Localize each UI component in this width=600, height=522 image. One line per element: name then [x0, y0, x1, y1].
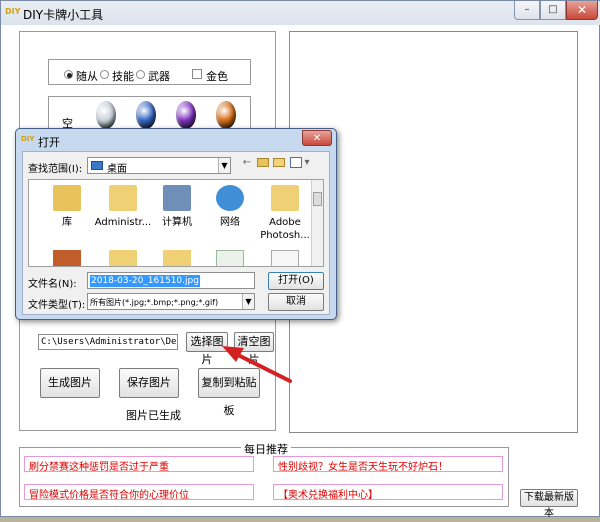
filetype-label: 文件类型(T): [28, 300, 86, 311]
chevron-down-icon: ▼ [218, 158, 230, 173]
back-icon[interactable]: ← [241, 157, 253, 169]
file-list-scrollbar[interactable] [311, 180, 323, 266]
dialog-body: 查找范围(I): 桌面 ▼ ← ▾ 库 Administr... 计算机 网络 … [22, 151, 330, 315]
filename-input[interactable]: 2018-03-20_161510.jpg [87, 272, 255, 289]
image-file-icon[interactable] [216, 250, 244, 266]
folder-icon[interactable] [109, 250, 137, 266]
dialog-close-button[interactable]: ✕ [302, 130, 332, 146]
user-folder-icon[interactable] [109, 185, 137, 211]
computer-icon[interactable] [163, 185, 191, 211]
file-item-label[interactable]: 库 [35, 216, 99, 229]
library-icon[interactable] [53, 185, 81, 211]
filetype-dropdown[interactable]: 所有图片(*.jpg;*.bmp;*.png;*.gif) ▼ [87, 293, 255, 310]
folder-icon[interactable] [53, 250, 81, 266]
view-dropdown-arrow-icon[interactable]: ▾ [303, 157, 311, 169]
desktop-icon [91, 161, 103, 170]
filetype-value: 所有图片(*.jpg;*.bmp;*.png;*.gif) [90, 298, 219, 307]
lookin-label: 查找范围(I): [28, 164, 83, 175]
scrollbar-thumb[interactable] [313, 192, 322, 206]
open-file-dialog: DIY 打开 ✕ 查找范围(I): 桌面 ▼ ← ▾ 库 Administr..… [15, 128, 337, 320]
file-item-label[interactable]: Adobe Photosh... [253, 216, 317, 242]
lookin-dropdown[interactable]: 桌面 ▼ [87, 157, 231, 175]
file-list: 库 Administr... 计算机 网络 Adobe Photosh... [28, 179, 324, 267]
dialog-title: 打开 [38, 136, 60, 149]
arrow-shaft [232, 351, 292, 383]
cancel-button[interactable]: 取消 [268, 293, 324, 311]
filename-value: 2018-03-20_161510.jpg [90, 275, 200, 287]
photoshop-icon[interactable] [271, 185, 299, 211]
dialog-logo: DIY [21, 135, 35, 143]
open-button[interactable]: 打开(O) [268, 272, 324, 290]
arrow-head-icon [222, 346, 244, 362]
new-folder-icon[interactable] [273, 158, 285, 167]
lookin-value: 桌面 [107, 164, 127, 175]
up-folder-icon[interactable] [257, 158, 269, 167]
view-menu-icon[interactable] [290, 157, 302, 168]
network-icon[interactable] [216, 185, 244, 211]
folder-icon[interactable] [163, 250, 191, 266]
image-file-icon[interactable] [271, 250, 299, 266]
filename-label: 文件名(N): [28, 279, 77, 290]
chevron-down-icon: ▼ [242, 294, 254, 309]
